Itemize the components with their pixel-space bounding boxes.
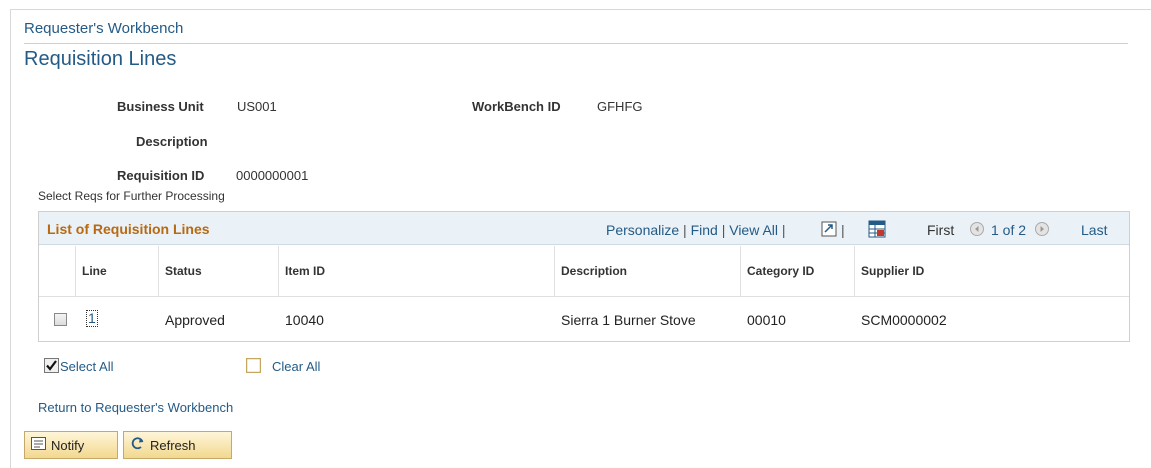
page-title: Requisition Lines: [24, 48, 177, 70]
grid-header: List of Requisition Lines Personalize | …: [39, 212, 1129, 245]
requisition-lines-grid: List of Requisition Lines Personalize | …: [38, 211, 1130, 342]
frame-top-border: [10, 9, 1151, 10]
download-to-spreadsheet-icon[interactable]: [821, 221, 837, 240]
description-label: Description: [136, 134, 208, 149]
column-header-label: Description: [561, 264, 628, 278]
clear-all-link[interactable]: Clear All: [272, 359, 320, 374]
breadcrumb: Requester's Workbench: [24, 20, 184, 37]
row-select-checkbox[interactable]: [54, 313, 67, 326]
checkbox-checked-icon[interactable]: [44, 358, 59, 376]
refresh-button-label: Refresh: [150, 437, 196, 453]
nav-separator: |: [721, 222, 726, 238]
description-cell: Sierra 1 Burner Stove: [561, 312, 696, 328]
table-row: 1 Approved 10040 Sierra 1 Burner Stove 0…: [39, 296, 1129, 342]
find-link[interactable]: Find: [691, 222, 718, 238]
column-header-status: Status: [159, 246, 279, 296]
column-header-item-id: Item ID: [279, 246, 555, 296]
nav-separator: |: [683, 222, 687, 238]
column-header-line: Line: [76, 246, 159, 296]
business-unit-label: Business Unit: [117, 99, 204, 114]
notify-button-label: Notify: [51, 437, 85, 453]
nav-separator: |: [781, 222, 786, 238]
grid-nav: Personalize | Find | View All |: [606, 222, 786, 238]
workbench-id-label: WorkBench ID: [472, 99, 561, 114]
status-cell: Approved: [165, 312, 225, 328]
prev-arrow-icon[interactable]: [970, 222, 984, 239]
item-id-cell: 10040: [285, 312, 324, 328]
requisition-id-value: 0000000001: [236, 168, 309, 183]
column-header-label: Supplier ID: [861, 264, 925, 278]
personalize-link[interactable]: Personalize: [606, 222, 679, 238]
refresh-icon: [130, 436, 145, 454]
frame-left-border: [10, 9, 11, 468]
first-label: First: [927, 222, 955, 238]
excel-icon[interactable]: [868, 220, 886, 241]
return-to-workbench-link[interactable]: Return to Requester's Workbench: [38, 400, 233, 415]
requisition-id-label: Requisition ID: [117, 168, 205, 183]
grid-title: List of Requisition Lines: [47, 221, 210, 237]
line-link[interactable]: 1: [86, 310, 98, 327]
view-all-link[interactable]: View All: [729, 222, 778, 238]
supplier-id-cell: SCM0000002: [861, 312, 947, 328]
title-divider: [24, 43, 1128, 44]
column-header-label: Line: [82, 264, 107, 278]
checkbox-empty-icon[interactable]: [245, 357, 262, 376]
column-header-select: [39, 246, 76, 296]
business-unit-value: US001: [237, 99, 277, 114]
notify-icon: [31, 437, 46, 453]
next-arrow-icon[interactable]: [1035, 222, 1049, 239]
section-label: Select Reqs for Further Processing: [38, 189, 225, 203]
column-header-label: Category ID: [747, 264, 815, 278]
last-link[interactable]: Last: [1081, 222, 1107, 238]
column-header-category-id: Category ID: [741, 246, 855, 296]
workbench-id-value: GFHFG: [597, 99, 643, 114]
column-header-supplier-id: Supplier ID: [855, 246, 1129, 296]
page-count: 1 of 2: [991, 222, 1027, 238]
column-header-label: Item ID: [285, 264, 326, 278]
nav-separator: |: [841, 222, 845, 238]
refresh-button[interactable]: Refresh: [123, 431, 232, 459]
select-all-link[interactable]: Select All: [60, 359, 113, 374]
category-id-cell: 00010: [747, 312, 786, 328]
column-header-label: Status: [165, 264, 202, 278]
column-header-description: Description: [555, 246, 741, 296]
notify-button[interactable]: Notify: [24, 431, 118, 459]
